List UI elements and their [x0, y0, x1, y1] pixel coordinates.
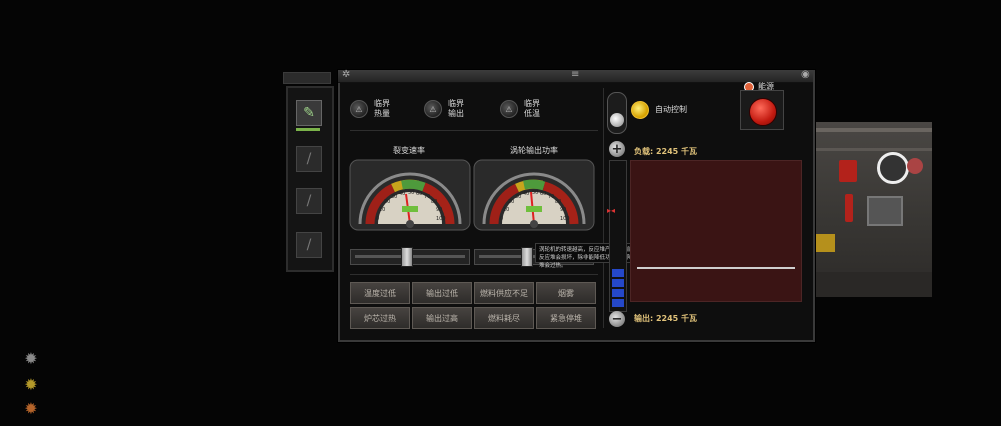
- svg-text:100: 100: [560, 216, 570, 222]
- turbine-output-gauge: 010 20 30 40 50 60 7080 90 100: [473, 159, 595, 231]
- btn-fuel-depleted[interactable]: 燃料耗尽: [474, 307, 534, 329]
- svg-text:100: 100: [436, 216, 446, 222]
- tool-slot-strip: ✎ / / /: [286, 86, 334, 272]
- gear-icon[interactable]: ✹: [22, 376, 40, 394]
- auto-control-indicator: 自动控制: [631, 101, 687, 119]
- meter-segment: [612, 289, 624, 297]
- close-icon[interactable]: ◉: [801, 69, 810, 80]
- lever-knob[interactable]: [610, 113, 624, 127]
- svg-text:10: 10: [503, 207, 509, 213]
- decrease-button[interactable]: −: [609, 311, 625, 327]
- settings-icon[interactable]: ✲: [342, 69, 350, 80]
- warning-critical-output: ⚠ 临界 输出: [424, 99, 464, 119]
- btn-core-overheat[interactable]: 炉芯过热: [350, 307, 410, 329]
- svg-text:60: 60: [540, 191, 546, 197]
- gauge-title-turbine: 涡轮输出功率: [510, 146, 558, 155]
- power-knob[interactable]: [749, 98, 777, 126]
- warning-critical-low-temp: ⚠ 临界 低温: [500, 99, 540, 119]
- drag-handle-icon[interactable]: ≡: [571, 69, 579, 80]
- warning-label: 临界 输出: [448, 99, 464, 118]
- screwdriver-tool-slot[interactable]: ✎: [296, 100, 322, 126]
- slider-handle[interactable]: [401, 247, 413, 267]
- screwdriver-icon: ✎: [303, 105, 315, 121]
- increase-button[interactable]: +: [609, 141, 625, 157]
- warning-critical-heat: ⚠ 临界 热量: [350, 99, 390, 119]
- meter-segment: [612, 269, 624, 277]
- btn-fuel-low[interactable]: 燃料供应不足: [474, 282, 534, 304]
- gauge-title-fission: 裂变速率: [393, 146, 425, 155]
- fuel-rod-slot-1[interactable]: /: [296, 146, 322, 172]
- background-machinery: [805, 122, 932, 297]
- btn-output-high[interactable]: 输出过高: [412, 307, 472, 329]
- warning-lamp-icon: ⚠: [350, 100, 368, 118]
- svg-text:40: 40: [399, 191, 405, 197]
- svg-text:30: 30: [391, 194, 397, 200]
- svg-text:20: 20: [384, 199, 390, 205]
- panel-titlebar: ✲ ≡ ◉: [338, 69, 813, 83]
- power-graph: [630, 160, 802, 302]
- svg-text:70: 70: [548, 194, 554, 200]
- fuel-rod-icon: /: [306, 151, 312, 167]
- warning-lamp-icon: ⚠: [424, 100, 442, 118]
- svg-text:80: 80: [431, 199, 437, 205]
- indicator-light-icon: [631, 101, 649, 119]
- svg-text:0: 0: [500, 216, 503, 222]
- power-button[interactable]: [740, 90, 784, 130]
- btn-smoke[interactable]: 烟雾: [536, 282, 596, 304]
- slider-handle[interactable]: [521, 247, 533, 267]
- auto-control-label: 自动控制: [655, 105, 687, 114]
- graph-line: [637, 267, 795, 269]
- btn-temp-low[interactable]: 温度过低: [350, 282, 410, 304]
- meter-segment: [612, 279, 624, 287]
- svg-text:70: 70: [424, 194, 430, 200]
- svg-text:60: 60: [416, 191, 422, 197]
- btn-scram[interactable]: 紧急停堆: [536, 307, 596, 329]
- toolstrip-header: [283, 72, 331, 84]
- gear-icon[interactable]: ✹: [22, 400, 40, 418]
- fission-rate-gauge: 010 20 30 40 50 60 7080 90 100: [349, 159, 471, 231]
- slot-condition-bar: [296, 128, 320, 131]
- fuel-rod-slot-3[interactable]: /: [296, 232, 322, 258]
- fuel-rod-icon: /: [306, 237, 312, 253]
- svg-text:40: 40: [523, 191, 529, 197]
- warning-lamp-icon: ⚠: [500, 100, 518, 118]
- load-readout: 负载: 2245 千瓦: [634, 147, 698, 156]
- fission-rate-slider[interactable]: [350, 247, 470, 267]
- svg-text:30: 30: [515, 194, 521, 200]
- divider: [603, 88, 604, 328]
- warning-label: 临界 低温: [524, 99, 540, 118]
- divider: [350, 274, 598, 275]
- output-meter: [609, 160, 627, 312]
- output-readout: 输出: 2245 千瓦: [634, 314, 698, 323]
- svg-text:90: 90: [560, 207, 566, 213]
- meter-segment: [612, 299, 624, 307]
- svg-text:20: 20: [508, 199, 514, 205]
- svg-text:10: 10: [379, 207, 385, 213]
- divider: [350, 130, 598, 131]
- fuel-rod-slot-2[interactable]: /: [296, 188, 322, 214]
- gear-icon[interactable]: ✹: [22, 350, 40, 368]
- svg-text:50: 50: [532, 190, 538, 196]
- meter-marker-icon: ▸◂: [607, 206, 616, 215]
- auto-control-lever[interactable]: [607, 92, 627, 134]
- svg-text:90: 90: [436, 207, 442, 213]
- svg-text:0: 0: [376, 216, 379, 222]
- btn-output-low[interactable]: 输出过低: [412, 282, 472, 304]
- svg-text:50: 50: [408, 190, 414, 196]
- warning-label: 临界 热量: [374, 99, 390, 118]
- fuel-rod-icon: /: [306, 193, 312, 209]
- svg-text:80: 80: [555, 199, 561, 205]
